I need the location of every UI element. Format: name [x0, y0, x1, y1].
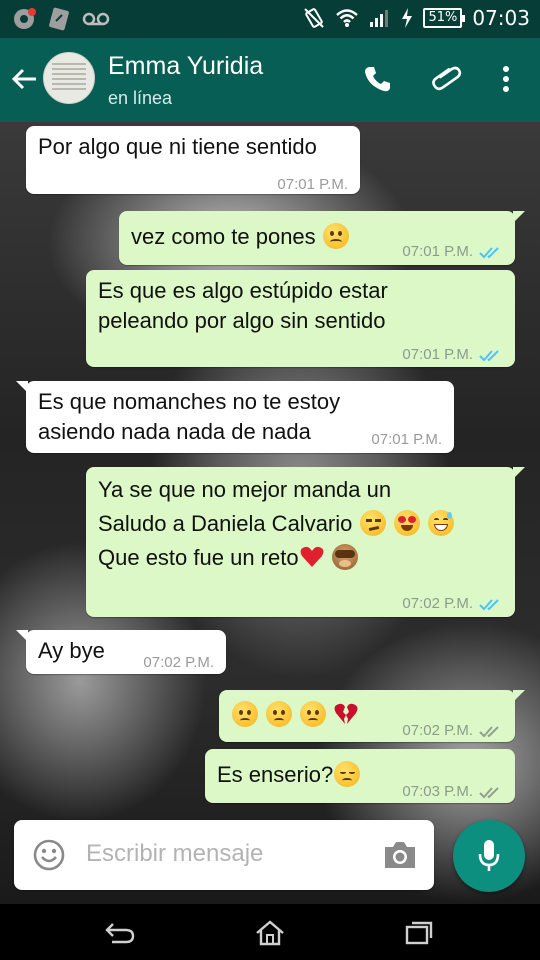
worried-face-icon [232, 701, 258, 727]
back-nav-icon[interactable] [104, 920, 136, 944]
message-time: 07:03 P.M. [402, 783, 473, 800]
frowning-face-icon [322, 223, 349, 249]
message-text-line: Es que nomanches no te estoy [38, 389, 341, 414]
message-incoming[interactable]: Por algo que ni tiene sentido 07:01 P.M. [26, 126, 360, 194]
message-outgoing[interactable]: Es que es algo estúpido estar peleando p… [86, 270, 515, 367]
attach-icon[interactable] [430, 64, 462, 96]
message-outgoing[interactable]: vez como te pones 07:01 P.M. [119, 211, 525, 265]
message-input[interactable]: Escribir mensaje [86, 840, 263, 868]
home-nav-icon[interactable] [254, 920, 286, 946]
read-receipt-icon [479, 247, 499, 259]
message-text: Por algo que ni tiene sentido [38, 134, 317, 159]
message-text: Ay bye [38, 638, 105, 663]
message-text-line: Saludo a Daniela Calvario [98, 511, 353, 536]
voice-record-button[interactable] [453, 820, 525, 892]
message-text-line: peleando por algo sin sentido [98, 308, 386, 333]
heart-eyes-face-icon [393, 510, 420, 536]
message-time: 07:01 P.M. [402, 243, 473, 260]
chat-header: Emma Yuridia en línea [0, 38, 540, 122]
message-time: 07:01 P.M. [371, 431, 442, 448]
contact-name[interactable]: Emma Yuridia [108, 52, 263, 81]
read-receipt-icon [479, 599, 499, 611]
message-text-line: Es que es algo estúpido estar [98, 278, 388, 303]
message-text: vez como te pones [131, 224, 316, 249]
delivered-receipt-icon [479, 726, 499, 738]
notification-icon [14, 8, 36, 29]
message-time: 07:02 P.M. [402, 722, 473, 739]
system-nav-bar [0, 904, 540, 960]
sweat-smile-face-icon [427, 510, 454, 536]
emoji-icon[interactable] [32, 838, 66, 872]
vibrate-icon [304, 8, 325, 28]
worried-face-icon [266, 701, 293, 727]
message-time: 07:02 P.M. [402, 595, 473, 612]
delivered-receipt-icon [479, 787, 499, 799]
microphone-icon [478, 840, 500, 871]
message-time: 07:01 P.M. [277, 176, 348, 193]
charging-icon [402, 8, 413, 28]
message-text: Es enserio? [217, 762, 334, 787]
message-time: 07:01 P.M. [402, 346, 473, 363]
broken-heart-icon [334, 703, 358, 724]
clock: 07:03 [472, 6, 530, 30]
message-text-line: asiendo nada nada de nada [38, 419, 311, 444]
message-composer[interactable]: Escribir mensaje [14, 820, 434, 890]
message-outgoing[interactable]: Es enserio? 07:03 P.M. [205, 749, 515, 803]
phone-icon[interactable] [362, 64, 392, 94]
avatar[interactable] [43, 52, 95, 104]
message-text-line: Que esto fue un reto [98, 545, 299, 570]
message-incoming[interactable]: Ay bye 07:02 P.M. [16, 630, 226, 674]
message-time: 07:02 P.M. [143, 654, 214, 671]
red-heart-icon [300, 546, 324, 567]
back-arrow-icon[interactable] [10, 65, 38, 93]
voicemail-icon [82, 12, 110, 26]
message-outgoing[interactable]: Ya se que no mejor manda un Saludo a Dan… [86, 467, 525, 617]
message-outgoing[interactable]: 07:02 P.M. [219, 690, 525, 742]
message-text-line: Ya se que no mejor manda un [98, 477, 392, 502]
worried-face-icon [300, 701, 327, 727]
disappointed-face-icon [334, 761, 361, 787]
see-no-evil-monkey-icon [331, 544, 358, 570]
recent-apps-nav-icon[interactable] [404, 920, 434, 946]
smirking-face-icon [359, 510, 386, 536]
app-notification-icon [49, 7, 69, 31]
message-incoming[interactable]: Es que nomanches no te estoy asiendo nad… [16, 381, 454, 453]
read-receipt-icon [479, 350, 499, 362]
more-options-icon[interactable] [500, 64, 512, 94]
signal-icon [370, 10, 389, 27]
status-bar: 51% 07:03 [0, 0, 540, 38]
battery-indicator: 51% [423, 8, 466, 28]
camera-icon[interactable] [382, 840, 418, 870]
contact-status: en línea [108, 88, 173, 108]
wifi-icon [336, 9, 359, 27]
